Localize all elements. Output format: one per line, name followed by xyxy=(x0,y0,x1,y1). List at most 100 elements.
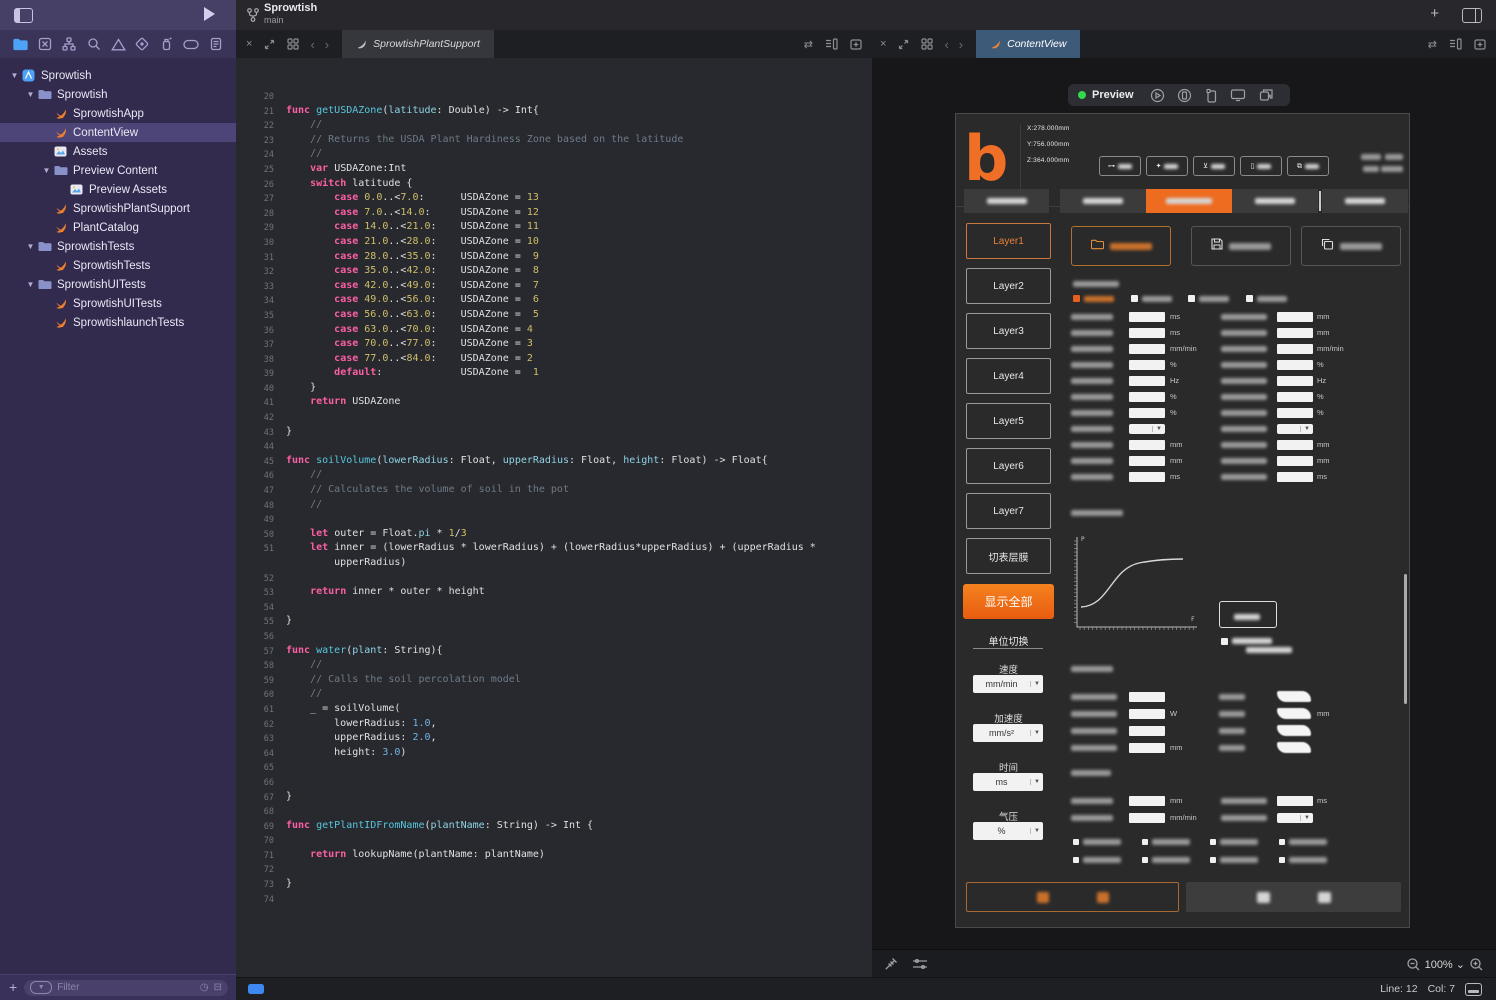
form-input[interactable] xyxy=(1129,726,1165,736)
cut-layer-button[interactable]: 切表层膜 xyxy=(966,538,1051,574)
form-input[interactable] xyxy=(1129,709,1165,719)
app-sidebar-tab[interactable] xyxy=(964,189,1049,213)
unit-dropdown[interactable]: mm/s²▼ xyxy=(973,724,1043,742)
chevron-down-icon[interactable]: ▼ xyxy=(8,71,21,80)
form-input[interactable] xyxy=(1277,472,1313,482)
form-input[interactable] xyxy=(1277,456,1313,466)
editor-options-icon[interactable]: ⇄ xyxy=(804,38,813,51)
form-input[interactable] xyxy=(1277,360,1313,370)
form-input[interactable] xyxy=(1277,408,1313,418)
form-dropdown[interactable]: ▼ xyxy=(1277,813,1313,823)
show-all-button[interactable]: 显示全部 xyxy=(963,584,1054,619)
add-editor-icon[interactable] xyxy=(1474,39,1486,50)
chevron-down-icon[interactable]: ▼ xyxy=(40,166,53,175)
mode-checkbox[interactable] xyxy=(1131,295,1138,302)
scm-filter-icon[interactable]: ⊟ xyxy=(214,982,222,993)
layer-button-2[interactable]: Layer2 xyxy=(966,268,1051,304)
back-button[interactable]: ‹ xyxy=(310,37,314,52)
option-checkbox[interactable] xyxy=(1073,839,1079,845)
layer-button-3[interactable]: Layer3 xyxy=(966,313,1051,349)
sidebar-item-sprowtish[interactable]: ▼Sprowtish xyxy=(0,66,236,85)
source-control-icon[interactable] xyxy=(36,36,53,53)
sidebar-item-assets[interactable]: Assets xyxy=(0,142,236,161)
option-checkbox[interactable] xyxy=(1279,839,1285,845)
filter-field[interactable]: ▼ Filter ◷ ⊟ xyxy=(24,980,228,996)
expand-editor-icon[interactable] xyxy=(264,39,275,50)
layer-button-1[interactable]: Layer1 xyxy=(966,223,1051,259)
layer-button-4[interactable]: Layer4 xyxy=(966,358,1051,394)
sidebar-item-sprowtishapp[interactable]: SprowtishApp xyxy=(0,104,236,123)
form-input[interactable] xyxy=(1277,440,1313,450)
close-preview-icon[interactable]: × xyxy=(880,38,886,50)
open-file-button[interactable] xyxy=(1071,226,1171,266)
form-input[interactable] xyxy=(1129,344,1165,354)
save-process-button[interactable] xyxy=(1191,226,1291,266)
curve-thumbnail[interactable] xyxy=(1277,691,1311,702)
symbols-icon[interactable] xyxy=(61,36,78,53)
code-area[interactable]: 2021func getUSDAZone(latitude: Double) -… xyxy=(236,89,872,906)
start-process-button[interactable] xyxy=(966,882,1179,912)
form-input[interactable] xyxy=(1129,692,1165,702)
project-navigator-icon[interactable] xyxy=(12,36,29,53)
process-library-button[interactable] xyxy=(1301,226,1401,266)
minimap-icon[interactable] xyxy=(825,38,838,50)
sidebar-item-sprowtishtests[interactable]: SprowtishTests xyxy=(0,256,236,275)
form-input[interactable] xyxy=(1277,376,1313,386)
form-input[interactable] xyxy=(1277,344,1313,354)
pin-icon[interactable] xyxy=(884,957,898,971)
curve-thumbnail[interactable] xyxy=(1277,725,1311,736)
code-editor[interactable]: 2021func getUSDAZone(latitude: Double) -… xyxy=(236,58,872,978)
duplicate-preview-icon[interactable] xyxy=(1259,88,1274,102)
form-input[interactable] xyxy=(1277,328,1313,338)
form-input[interactable] xyxy=(1129,472,1165,482)
back-button[interactable]: ‹ xyxy=(944,37,948,52)
app-tab-2[interactable] xyxy=(1146,189,1232,213)
unit-dropdown[interactable]: ms▼ xyxy=(973,773,1043,791)
form-input[interactable] xyxy=(1129,440,1165,450)
form-input[interactable] xyxy=(1129,376,1165,386)
zoom-level[interactable]: 100% ⌄ xyxy=(1425,958,1465,971)
display-icon[interactable] xyxy=(1230,88,1246,102)
mode-checkbox[interactable] xyxy=(1246,295,1253,302)
preview-settings-icon[interactable] xyxy=(912,958,928,970)
option-checkbox[interactable] xyxy=(1142,839,1148,845)
sidebar-item-sprowtish[interactable]: ▼Sprowtish xyxy=(0,85,236,104)
grid-icon[interactable] xyxy=(921,38,933,50)
form-input[interactable] xyxy=(1129,312,1165,322)
chevron-down-icon[interactable]: ▼ xyxy=(24,90,37,99)
inspector-toggle-icon[interactable] xyxy=(1462,8,1482,23)
mode-checkbox[interactable] xyxy=(1073,295,1080,302)
option-checkbox[interactable] xyxy=(1142,857,1148,863)
sidebar-item-sprowtishtests[interactable]: ▼SprowtishTests xyxy=(0,237,236,256)
app-tab-4[interactable] xyxy=(1322,189,1408,213)
form-input[interactable] xyxy=(1129,392,1165,402)
tests-icon[interactable] xyxy=(134,36,151,53)
forward-button[interactable]: › xyxy=(959,37,963,52)
sidebar-item-preview content[interactable]: ▼Preview Content xyxy=(0,161,236,180)
form-input[interactable] xyxy=(1129,796,1165,806)
app-tab-1[interactable] xyxy=(1060,189,1146,213)
breakpoint-indicator-icon[interactable] xyxy=(248,984,264,994)
form-input[interactable] xyxy=(1129,813,1165,823)
option-checkbox[interactable] xyxy=(1210,857,1216,863)
close-editor-icon[interactable]: × xyxy=(246,38,252,50)
form-input[interactable] xyxy=(1129,456,1165,466)
run-button[interactable] xyxy=(204,7,215,21)
option-checkbox[interactable] xyxy=(1279,857,1285,863)
device-preview-icon[interactable] xyxy=(1205,88,1218,103)
mode-checkbox[interactable] xyxy=(1188,295,1195,302)
recent-files-icon[interactable]: ◷ xyxy=(200,982,209,993)
form-input[interactable] xyxy=(1129,360,1165,370)
live-preview-icon[interactable] xyxy=(1150,88,1165,103)
sidebar-item-contentview[interactable]: ContentView xyxy=(0,123,236,142)
add-button[interactable]: + xyxy=(1430,5,1439,22)
editor-options-icon[interactable]: ⇄ xyxy=(1428,38,1437,51)
form-dropdown[interactable]: ▼ xyxy=(1129,424,1165,434)
curve-thumbnail[interactable] xyxy=(1277,742,1311,753)
breakpoints-icon[interactable] xyxy=(183,36,200,53)
search-icon[interactable] xyxy=(85,36,102,53)
forward-button[interactable]: › xyxy=(325,37,329,52)
preview-scrollbar[interactable] xyxy=(1404,574,1407,704)
debug-icon[interactable] xyxy=(158,36,175,53)
form-input[interactable] xyxy=(1129,743,1165,753)
